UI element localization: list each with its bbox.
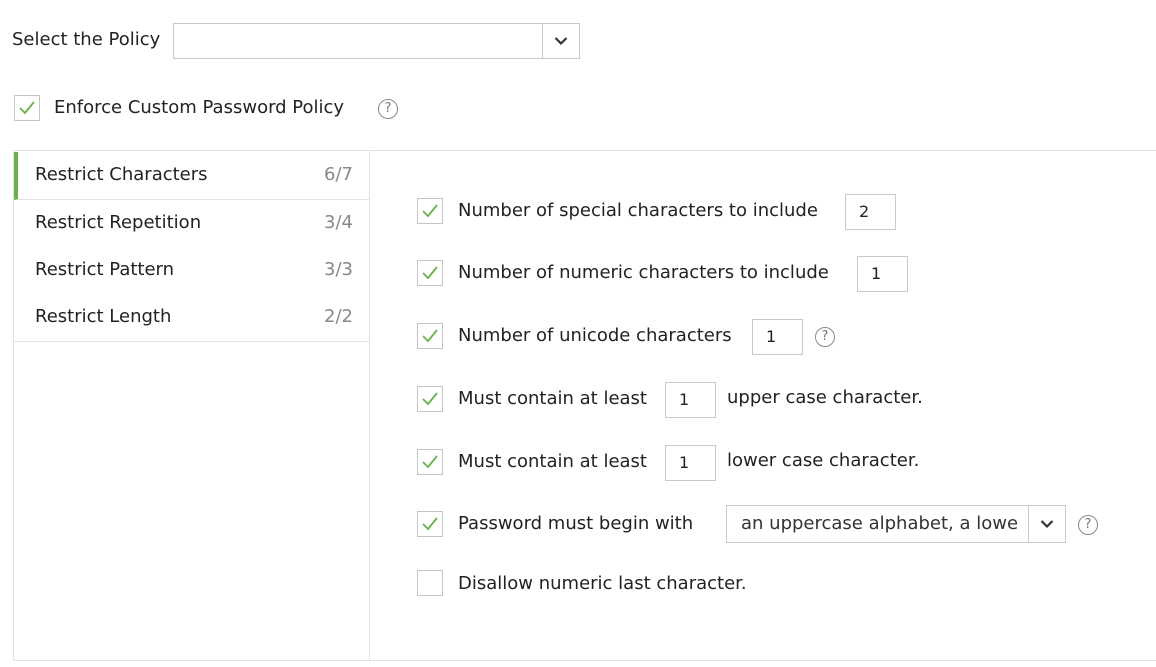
numeric-chars-input[interactable]: 1 [857, 256, 908, 292]
enforce-checkbox[interactable] [14, 95, 40, 121]
chevron-down-icon [554, 37, 568, 46]
uppercase-label: Must contain at least [458, 388, 647, 409]
numeric-chars-label: Number of numeric characters to include [458, 262, 829, 283]
sidebar-item-count: 6/7 [324, 164, 353, 185]
lowercase-checkbox[interactable] [417, 449, 443, 475]
sidebar-item-label: Restrict Repetition [35, 212, 202, 233]
begin-with-dropdown-button[interactable] [1028, 506, 1065, 542]
checkmark-icon [19, 101, 35, 115]
sidebar: Restrict Characters 6/7 Restrict Repetit… [13, 150, 370, 661]
checkmark-icon [422, 455, 438, 469]
policy-select[interactable] [173, 23, 580, 59]
checkmark-icon [422, 392, 438, 406]
sidebar-item-restrict-length[interactable]: Restrict Length 2/2 [14, 294, 369, 342]
begin-with-help-icon[interactable]: ? [1078, 515, 1098, 535]
checkmark-icon [422, 517, 438, 531]
policy-label: Select the Policy [12, 29, 161, 50]
numeric-chars-checkbox[interactable] [417, 260, 443, 286]
numeric-last-label: Disallow numeric last character. [458, 573, 747, 594]
checkmark-icon [422, 266, 438, 280]
unicode-chars-label: Number of unicode characters [458, 325, 732, 346]
sidebar-item-label: Restrict Characters [35, 164, 208, 185]
enforce-help-icon[interactable]: ? [378, 99, 398, 119]
lowercase-input[interactable]: 1 [665, 445, 716, 481]
uppercase-input[interactable]: 1 [665, 382, 716, 418]
uppercase-suffix: upper case character. [727, 387, 923, 408]
special-chars-label: Number of special characters to include [458, 200, 818, 221]
uppercase-checkbox[interactable] [417, 386, 443, 412]
sidebar-item-count: 3/4 [324, 212, 353, 233]
begin-with-checkbox[interactable] [417, 511, 443, 537]
sidebar-item-restrict-repetition[interactable]: Restrict Repetition 3/4 [14, 200, 369, 248]
special-chars-input[interactable]: 2 [845, 194, 896, 230]
checkmark-icon [422, 329, 438, 343]
lowercase-suffix: lower case character. [727, 450, 920, 471]
sidebar-item-label: Restrict Pattern [35, 259, 175, 280]
policy-dropdown-button[interactable] [542, 24, 579, 58]
unicode-chars-checkbox[interactable] [417, 323, 443, 349]
sidebar-item-label: Restrict Length [35, 306, 172, 327]
chevron-down-icon [1040, 520, 1054, 529]
enforce-label: Enforce Custom Password Policy [54, 97, 345, 118]
special-chars-checkbox[interactable] [417, 198, 443, 224]
sidebar-item-restrict-pattern[interactable]: Restrict Pattern 3/3 [14, 247, 369, 295]
begin-with-select[interactable]: an uppercase alphabet, a lowe [726, 505, 1066, 543]
sidebar-item-restrict-characters[interactable]: Restrict Characters 6/7 [14, 152, 369, 200]
begin-with-label: Password must begin with [458, 513, 694, 534]
numeric-last-checkbox[interactable] [417, 570, 443, 596]
begin-with-value: an uppercase alphabet, a lowe [741, 513, 1019, 534]
checkmark-icon [422, 204, 438, 218]
sidebar-item-count: 2/2 [324, 306, 353, 327]
sidebar-item-count: 3/3 [324, 259, 353, 280]
unicode-help-icon[interactable]: ? [815, 327, 835, 347]
lowercase-label: Must contain at least [458, 451, 647, 472]
unicode-chars-input[interactable]: 1 [752, 319, 803, 355]
